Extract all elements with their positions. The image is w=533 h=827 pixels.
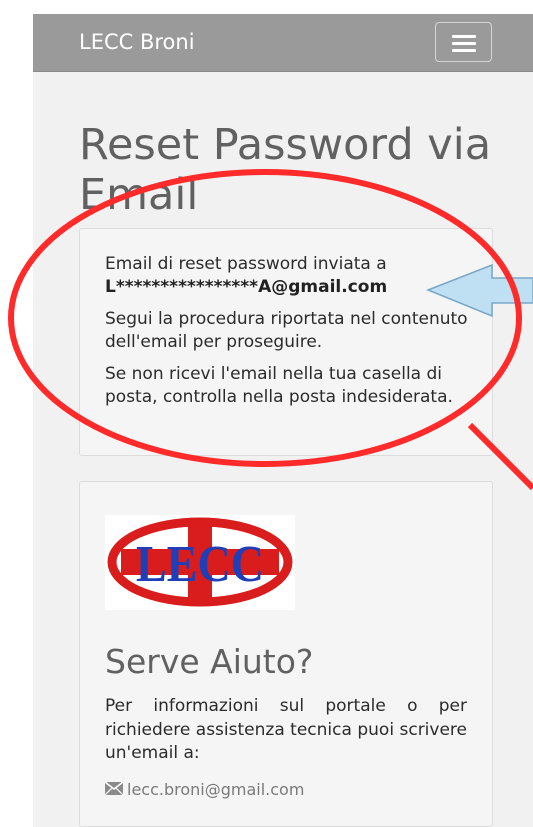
reset-spam-note: Se non ricevi l'email nella tua casella … [105, 364, 453, 407]
page-title: Reset Password via Email [79, 120, 492, 220]
help-email-link[interactable]: lecc.broni@gmail.com [104, 780, 305, 799]
envelope-icon [104, 780, 124, 799]
help-title: Serve Aiuto? [105, 642, 314, 681]
navbar-brand[interactable]: LECC Broni [79, 30, 195, 54]
help-description: Per informazioni sul portale o per richi… [105, 696, 467, 763]
reset-instructions: Segui la procedura riportata nel contenu… [105, 309, 468, 352]
hamburger-line-icon [452, 42, 476, 45]
logo-text: LECC [136, 536, 264, 593]
help-email-text: lecc.broni@gmail.com [127, 780, 305, 799]
navbar: LECC Broni [33, 14, 533, 72]
reset-sent-line: Email di reset password inviata a L*****… [105, 253, 485, 298]
browser-viewport: LECC Broni Reset Password via Email Emai… [33, 14, 533, 827]
menu-toggle-button[interactable] [435, 22, 492, 62]
hamburger-line-icon [452, 35, 476, 38]
reset-sent-prefix: Email di reset password inviata a [105, 254, 387, 274]
lecc-logo: LECC [105, 515, 295, 610]
reset-confirmation-card: Email di reset password inviata a L*****… [79, 228, 493, 456]
hamburger-line-icon [452, 49, 476, 52]
lecc-logo-graphic: LECC [107, 517, 293, 607]
masked-email: L****************A@gmail.com [105, 276, 388, 297]
help-card: LECC Serve Aiuto? Per informazioni sul p… [79, 481, 493, 827]
reset-message: Email di reset password inviata a L*****… [105, 253, 485, 418]
